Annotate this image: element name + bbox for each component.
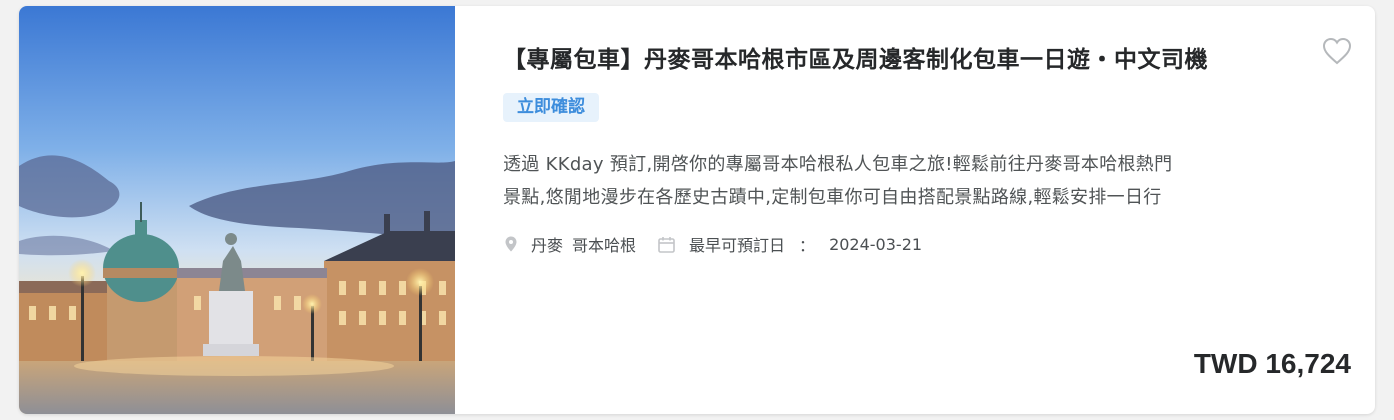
product-info: 【專屬包車】丹麥哥本哈根市區及周邊客制化包車一日遊・中文司機 立即確認 透過 K… <box>455 6 1375 414</box>
location-country: 丹麥 <box>531 236 564 255</box>
description-line: 透過 KKday 預訂,開啓你的專屬哥本哈根私人包車之旅!輕鬆前往丹麥哥本哈根熱… <box>503 154 1173 175</box>
calendar-icon <box>658 236 675 253</box>
product-card[interactable]: 【專屬包車】丹麥哥本哈根市區及周邊客制化包車一日遊・中文司機 立即確認 透過 K… <box>19 6 1375 414</box>
map-pin-icon <box>505 236 517 252</box>
description-line: 景點,悠閒地漫步在各歷史古蹟中,定制包車你可自由搭配景點路線,輕鬆安排一日行 <box>503 187 1162 208</box>
earliest-date-label: 最早可預訂日 <box>689 236 786 255</box>
product-photo[interactable] <box>19 6 455 414</box>
earliest-date-separator: ： <box>799 236 816 255</box>
heart-outline-icon <box>1322 37 1352 65</box>
instant-confirm-badge: 立即確認 <box>503 93 599 122</box>
product-description: 透過 KKday 預訂,開啓你的專屬哥本哈根私人包車之旅!輕鬆前往丹麥哥本哈根熱… <box>503 148 1353 214</box>
favorite-button[interactable] <box>1321 36 1353 66</box>
product-title[interactable]: 【專屬包車】丹麥哥本哈根市區及周邊客制化包車一日遊・中文司機 <box>503 44 1323 76</box>
product-price: TWD 16,724 <box>1193 348 1351 379</box>
location-city: 哥本哈根 <box>572 236 637 255</box>
product-meta: 丹麥 哥本哈根 最早可預訂日 ： 2024-03-21 <box>505 232 922 256</box>
earliest-date-value: 2024-03-21 <box>829 234 923 254</box>
